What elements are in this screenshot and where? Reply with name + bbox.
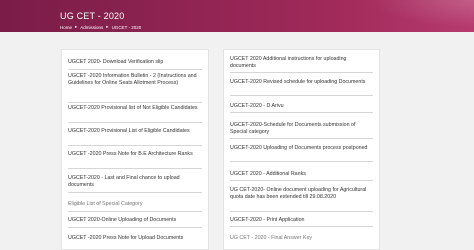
- breadcrumb-current: UGCET - 2020: [111, 24, 142, 30]
- left-link-panel: UGCET 2020- Download Verification slip U…: [61, 49, 209, 250]
- list-item[interactable]: UGCET 2020 - Additional Ranks: [230, 171, 373, 181]
- item-link[interactable]: UGCET-2020 - D Arivu: [230, 103, 284, 109]
- item-link[interactable]: UGCET-2020 Provisional list of Not Eligi…: [68, 105, 198, 111]
- list-item[interactable]: UGCET -2020 Press Note for Upload Docume…: [68, 235, 202, 245]
- header-banner: UG CET - 2020 Home ▸ Admissions ▸ UGCET …: [0, 0, 474, 32]
- item-link[interactable]: UGCET -2020 Press Note for Upload Docume…: [68, 235, 183, 241]
- breadcrumb: Home ▸ Admissions ▸ UGCET - 2020: [60, 24, 141, 30]
- item-link[interactable]: UGCET 2020- Download Verification slip: [68, 59, 163, 65]
- list-item[interactable]: UG CET-2020- Online document uploading f…: [230, 187, 373, 212]
- list-item[interactable]: UGCET-2020 - Last and Final chance to up…: [68, 175, 202, 193]
- chevron-right-icon: ▸: [106, 24, 109, 29]
- item-link[interactable]: UGCET -2020 Press Note for B.E Architect…: [68, 151, 193, 157]
- item-link[interactable]: UGCET-2020-Schedule for Documents submis…: [230, 122, 355, 135]
- item-link[interactable]: UGCET 2020-Online Uploading of Documents: [68, 217, 176, 223]
- list-item[interactable]: UGCET -2020 Press Note for B.E Architect…: [68, 151, 202, 169]
- list-item[interactable]: UGCET-2020 - Print Application: [230, 217, 373, 227]
- item-link[interactable]: Eligible List of Special Category: [68, 201, 143, 207]
- item-link[interactable]: UGCET-2020 - Print Application: [230, 217, 305, 223]
- list-item[interactable]: UG CET - 2020 - Final Answer Key: [230, 235, 373, 244]
- list-item[interactable]: UGCET 2020-Online Uploading of Documents: [68, 217, 202, 228]
- item-link[interactable]: UGCET -2020 Information Bulletin - 2 (In…: [68, 73, 197, 86]
- item-link[interactable]: UGCET-2020 Revised schedule for uploadin…: [230, 79, 365, 85]
- item-link[interactable]: UG CET-2020- Online document uploading f…: [230, 187, 366, 200]
- list-item[interactable]: UGCET-2020-Schedule for Documents submis…: [230, 122, 373, 139]
- item-link[interactable]: UGCET-2020 - Last and Final chance to up…: [68, 175, 180, 188]
- item-link[interactable]: UG CET - 2020 - Final Answer Key: [230, 235, 312, 241]
- breadcrumb-admissions[interactable]: Admissions: [80, 25, 103, 30]
- banner-decoration: [354, 0, 474, 32]
- list-item[interactable]: UGCET-2020 Provisional List of Eligible …: [68, 128, 202, 146]
- list-item[interactable]: UGCET -2020 Information Bulletin - 2 (In…: [68, 73, 202, 103]
- list-item[interactable]: Eligible List of Special Category: [68, 201, 202, 212]
- item-link[interactable]: UGCET-2020 Provisional List of Eligible …: [68, 128, 190, 134]
- chevron-right-icon: ▸: [75, 24, 78, 29]
- item-link[interactable]: UGCET 2020 - Additional Ranks: [230, 171, 306, 177]
- item-link[interactable]: UGCET 2020 Additional instructions for u…: [230, 56, 347, 69]
- list-item[interactable]: UGCET 2020- Download Verification slip: [68, 59, 202, 70]
- right-link-panel: UGCET 2020 Additional instructions for u…: [223, 49, 380, 250]
- item-link[interactable]: UGCET-2020 Uploading of Documents proces…: [230, 145, 368, 151]
- page-title: UG CET - 2020: [60, 11, 125, 21]
- breadcrumb-home[interactable]: Home: [60, 25, 72, 30]
- list-item[interactable]: UGCET-2020 Provisional list of Not Eligi…: [68, 105, 202, 123]
- list-item[interactable]: UGCET 2020 Additional instructions for u…: [230, 56, 373, 73]
- list-item[interactable]: UGCET-2020 - D Arivu: [230, 103, 373, 113]
- list-item[interactable]: UGCET-2020 Revised schedule for uploadin…: [230, 79, 373, 96]
- list-item[interactable]: UGCET-2020 Uploading of Documents proces…: [230, 145, 373, 162]
